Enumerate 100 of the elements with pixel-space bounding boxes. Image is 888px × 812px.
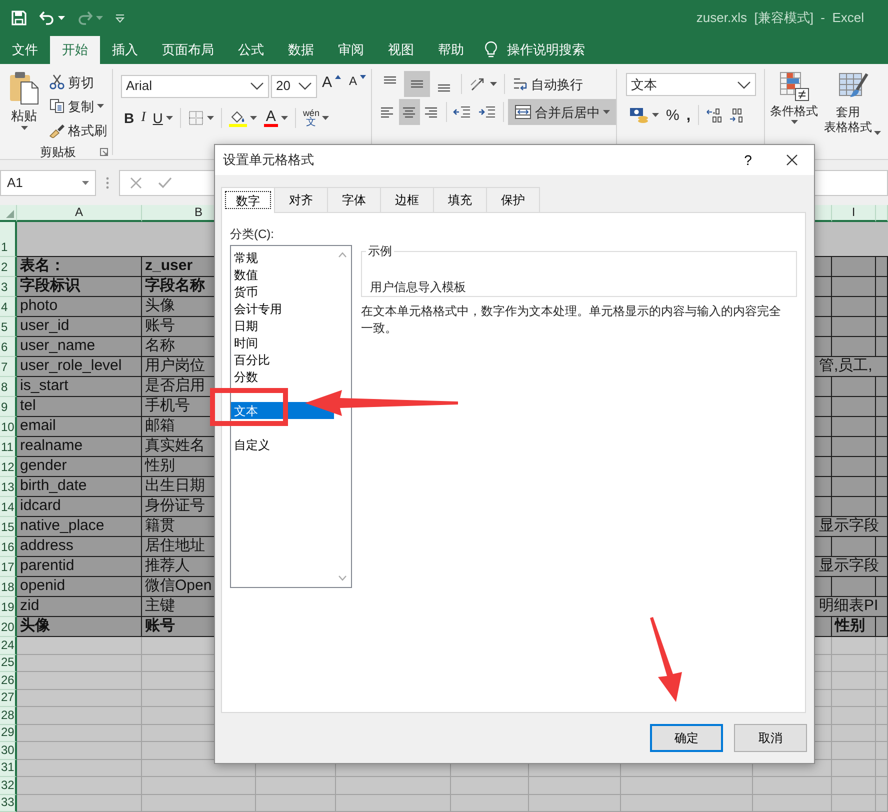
format-painter-button[interactable]: 格式刷	[46, 118, 110, 142]
dialog-button[interactable]: 确定	[650, 724, 723, 752]
table-cell: photo	[17, 297, 142, 317]
table-cell: user_role_level	[17, 357, 142, 377]
table-format-button[interactable]: 套用 表格格式	[821, 69, 884, 145]
table-cell	[876, 437, 888, 457]
middle-align-icon	[410, 80, 424, 88]
row-header[interactable]: 16	[0, 537, 17, 557]
row-header[interactable]: 25	[0, 654, 17, 672]
dialog-tab[interactable]: 保护	[486, 187, 540, 212]
row-header[interactable]: 10	[0, 417, 17, 437]
row-header[interactable]: 29	[0, 724, 17, 742]
select-all-button[interactable]	[0, 205, 17, 222]
dialog-tab[interactable]: 数字	[221, 187, 275, 213]
number-format-field[interactable]: 文本	[626, 73, 756, 96]
table-cell	[876, 537, 888, 557]
column-header[interactable]: I	[832, 205, 876, 222]
ribbon-tab[interactable]: 审阅	[326, 36, 376, 64]
font-size-field[interactable]: 20	[271, 74, 317, 98]
sample-text: 用户信息导入模板	[370, 279, 467, 296]
shrink-font-button[interactable]: A	[346, 74, 370, 98]
table-cell	[832, 537, 876, 557]
help-button[interactable]: ?	[726, 145, 770, 175]
ribbon-tab[interactable]: 开始	[50, 36, 100, 64]
row-header[interactable]: 3	[0, 277, 17, 297]
table-cell	[832, 654, 876, 672]
table-cell	[832, 690, 876, 707]
align-left-icon	[380, 106, 394, 118]
table-cell	[832, 760, 876, 777]
cut-button[interactable]: 剪切	[46, 70, 110, 94]
percent-button[interactable]: %	[663, 103, 682, 127]
row-header[interactable]: 24	[0, 637, 17, 654]
ribbon-tab[interactable]: 数据	[276, 36, 326, 64]
row-header[interactable]: 30	[0, 742, 17, 760]
phonetic-button[interactable]: wén 文	[300, 106, 332, 130]
font-family-field[interactable]: Arial	[121, 74, 269, 98]
increase-decimal-icon	[706, 107, 722, 123]
row-header[interactable]: 15	[0, 517, 17, 537]
dialog-button[interactable]: 取消	[734, 724, 807, 752]
row-header[interactable]: 13	[0, 477, 17, 497]
cancel-icon	[130, 177, 142, 189]
caret-icon	[603, 110, 610, 114]
tell-me-button[interactable]: 操作说明搜索	[476, 36, 593, 64]
category-list[interactable]: 常规 数值 货币 会计专用 日期 时间 百分比 分数 文本 自定义	[230, 245, 352, 588]
grow-font-button[interactable]: A	[319, 74, 344, 98]
table-cell	[832, 777, 876, 794]
row-header[interactable]: 32	[0, 777, 17, 794]
row-header[interactable]: 5	[0, 317, 17, 337]
paint-bucket-icon	[228, 110, 247, 126]
row-header[interactable]: 4	[0, 297, 17, 317]
row-header[interactable]: 7	[0, 357, 17, 377]
row-header[interactable]: 33	[0, 794, 17, 812]
row-header[interactable]: 2	[0, 257, 17, 277]
column-header[interactable]	[876, 205, 888, 222]
ribbon-tab[interactable]: 视图	[376, 36, 426, 64]
row-header[interactable]: 19	[0, 597, 17, 617]
row-header[interactable]: 27	[0, 690, 17, 707]
row-header[interactable]: 6	[0, 337, 17, 357]
align-button[interactable]	[398, 99, 420, 125]
table-cell	[832, 672, 876, 690]
dialog-launcher-button[interactable]	[98, 146, 110, 158]
row-header[interactable]: 31	[0, 760, 17, 777]
row-header[interactable]: 17	[0, 557, 17, 577]
row-header[interactable]: 26	[0, 672, 17, 690]
row-header[interactable]: 8	[0, 377, 17, 397]
table-cell	[832, 497, 876, 517]
comma-button[interactable]: ,	[683, 103, 694, 127]
row-header[interactable]: 20	[0, 617, 17, 637]
row-header[interactable]: 1	[0, 222, 17, 257]
conditional-format-button[interactable]: 条件格式	[767, 69, 821, 145]
row-header[interactable]: 18	[0, 577, 17, 597]
table-cell	[876, 477, 888, 497]
caret-icon	[322, 116, 330, 120]
row-header[interactable]: 9	[0, 397, 17, 417]
table-cell	[876, 497, 888, 517]
table-cell	[832, 377, 876, 397]
paste-button[interactable]: 粘贴	[3, 69, 45, 143]
brush-icon	[49, 122, 65, 138]
ribbon-tab[interactable]: 插入	[100, 36, 150, 64]
copy-button[interactable]: 复制	[46, 94, 110, 118]
row-header[interactable]: 11	[0, 437, 17, 457]
name-box[interactable]: A1	[0, 170, 96, 196]
align-button[interactable]	[404, 71, 430, 97]
wrap-text-button[interactable]: 自动换行	[509, 72, 586, 96]
merge-center-button[interactable]: 合并后居中	[508, 99, 616, 125]
column-header[interactable]: A	[17, 205, 142, 222]
italic-button[interactable]: I	[138, 106, 149, 130]
ribbon-tab[interactable]: 页面布局	[150, 36, 226, 64]
ribbon-tab[interactable]: 帮助	[426, 36, 476, 64]
underline-button[interactable]: U	[150, 106, 176, 130]
scroll-up-icon	[338, 252, 347, 258]
ribbon-tab[interactable]: 公式	[226, 36, 276, 64]
ribbon-tab[interactable]: 文件	[0, 36, 50, 64]
bold-button[interactable]: B	[121, 106, 138, 130]
font-color-button[interactable]: A	[260, 106, 291, 130]
table-cell	[876, 654, 888, 672]
row-header[interactable]: 14	[0, 497, 17, 517]
row-header[interactable]: 12	[0, 457, 17, 477]
row-header[interactable]: 28	[0, 707, 17, 724]
table-cell	[832, 397, 876, 417]
